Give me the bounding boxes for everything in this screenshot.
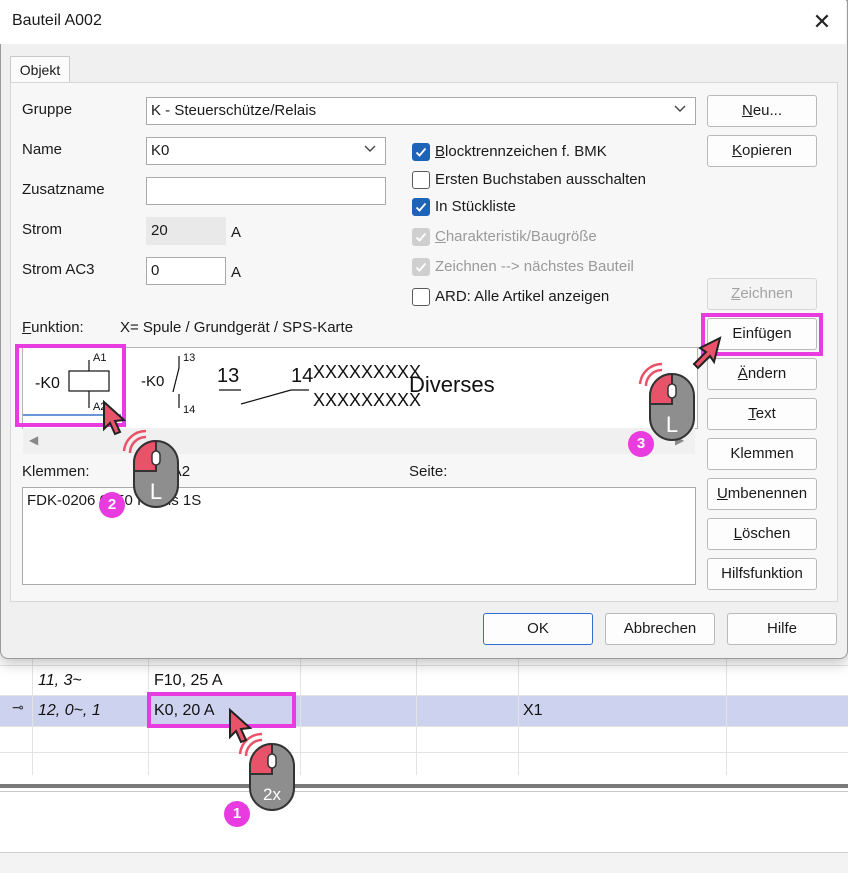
ok-button[interactable]: OK <box>483 613 593 645</box>
table-cell[interactable]: X1 <box>523 702 543 720</box>
diverses: Diverses <box>409 372 495 397</box>
table-row-selected[interactable] <box>0 696 848 726</box>
name-combobox[interactable]: K0 <box>146 137 386 165</box>
strom-input: 20 <box>146 217 226 245</box>
contact-14: 14 <box>183 404 195 416</box>
umbenennen-button[interactable]: Umbenennen <box>707 478 817 510</box>
table-gridline <box>0 665 848 666</box>
gruppe-label: Gruppe <box>22 101 73 118</box>
contact-blade <box>172 367 180 393</box>
abbrechen-button[interactable]: Abbrechen <box>605 613 715 645</box>
strom-ac3-label: Strom AC3 <box>22 261 95 278</box>
table-gridline <box>0 726 848 727</box>
zusatzname-label: Zusatzname <box>22 181 105 198</box>
name-value: K0 <box>151 142 170 159</box>
line-blade <box>240 389 292 405</box>
table-col-divider <box>32 640 33 775</box>
zeichnen-naechstes-checkbox <box>412 258 430 276</box>
zusatzname-input[interactable] <box>146 177 386 205</box>
scroll-left-icon[interactable]: ◀ <box>29 433 38 447</box>
mouse-left-click-icon: L <box>122 429 179 508</box>
klemmen-label: Klemmen: <box>22 463 90 480</box>
table-col-divider <box>518 640 519 775</box>
hilfe-button[interactable]: Hilfe <box>727 613 837 645</box>
status-bar <box>0 853 848 873</box>
loeschen-button[interactable]: Löschen <box>707 518 817 550</box>
table-col-divider <box>416 640 417 775</box>
dialog-title: Bauteil A002 <box>12 12 102 29</box>
contact-13: 13 <box>183 352 195 364</box>
table-cell[interactable]: 12, 0~, 1 <box>38 702 101 720</box>
ard-checkbox[interactable] <box>412 288 430 306</box>
svg-text:L: L <box>666 412 678 437</box>
ersten-buchstaben-label[interactable]: Ersten Buchstaben ausschalten <box>435 171 646 188</box>
kopieren-button[interactable]: Kopieren <box>707 135 817 167</box>
cursor-arrow-icon <box>692 336 722 370</box>
neu-button[interactable]: Neu... <box>707 95 817 127</box>
svg-text:2x: 2x <box>263 785 281 804</box>
step-badge-3: 3 <box>628 431 654 457</box>
splitter[interactable] <box>0 784 848 788</box>
line-13: 13 <box>217 365 239 387</box>
row-symbol-icon: ⊸ <box>12 699 24 715</box>
tab-objekt[interactable]: Objekt <box>10 56 70 83</box>
strom-label: Strom <box>22 221 63 238</box>
text-button[interactable]: Text <box>707 398 817 430</box>
contact-name: -K0 <box>141 373 164 390</box>
funktion-info: X= Spule / Grundgerät / SPS-Karte <box>120 319 354 336</box>
table-cell[interactable]: F10, 25 A <box>154 672 223 690</box>
name-label: Name <box>22 141 63 158</box>
close-icon[interactable]: ✕ <box>806 8 838 36</box>
xx-line2: XXXXXXXXX <box>313 390 421 410</box>
zeichnen-naechstes-label: Zeichnen --> nächstes Bauteil <box>435 258 634 275</box>
ersten-buchstaben-checkbox[interactable] <box>412 171 430 189</box>
ard-label[interactable]: ARD: Alle Artikel anzeigen <box>435 288 609 305</box>
charakteristik-label: Charakteristik/Baugröße <box>435 228 597 245</box>
in-stueckliste-label[interactable]: In Stückliste <box>435 198 516 215</box>
table-cell[interactable]: 11, 3~ <box>38 672 82 690</box>
table-col-divider <box>726 640 727 775</box>
funktion-label: Funktion: <box>22 319 84 336</box>
svg-text:L: L <box>150 479 162 504</box>
splitter-line <box>0 791 848 792</box>
strom-unit: A <box>231 224 242 241</box>
strom-ac3-input[interactable]: 0 <box>146 257 226 285</box>
title-bar <box>0 0 846 44</box>
table-gridline <box>0 752 848 753</box>
strom-ac3-unit: A <box>231 264 242 281</box>
klemmen-button[interactable]: Klemmen <box>707 438 817 470</box>
blocktrennzeichen-label[interactable]: Blocktrennzeichen f. BMK <box>435 143 607 160</box>
gruppe-value: K - Steuerschütze/Relais <box>151 102 317 119</box>
step-badge-1: 1 <box>224 801 250 827</box>
cursor-arrow-icon <box>103 400 127 436</box>
line-14: 14 <box>291 365 313 387</box>
chevron-down-icon <box>363 141 377 158</box>
in-stueckliste-checkbox[interactable] <box>412 198 430 216</box>
xx-line1: XXXXXXXXX <box>313 362 421 382</box>
highlight-table-cell <box>147 692 296 728</box>
charakteristik-checkbox <box>412 228 430 246</box>
zeichnen-button: Zeichnen <box>707 278 817 310</box>
seite-label: Seite: <box>409 463 448 480</box>
step-badge-2: 2 <box>99 492 125 518</box>
cursor-arrow-icon <box>229 708 253 744</box>
chevron-down-icon <box>673 101 687 118</box>
blocktrennzeichen-checkbox[interactable] <box>412 143 430 161</box>
gruppe-select[interactable]: K - Steuerschütze/Relais <box>146 97 696 125</box>
hilfsfunktion-button[interactable]: Hilfsfunktion <box>707 558 817 590</box>
